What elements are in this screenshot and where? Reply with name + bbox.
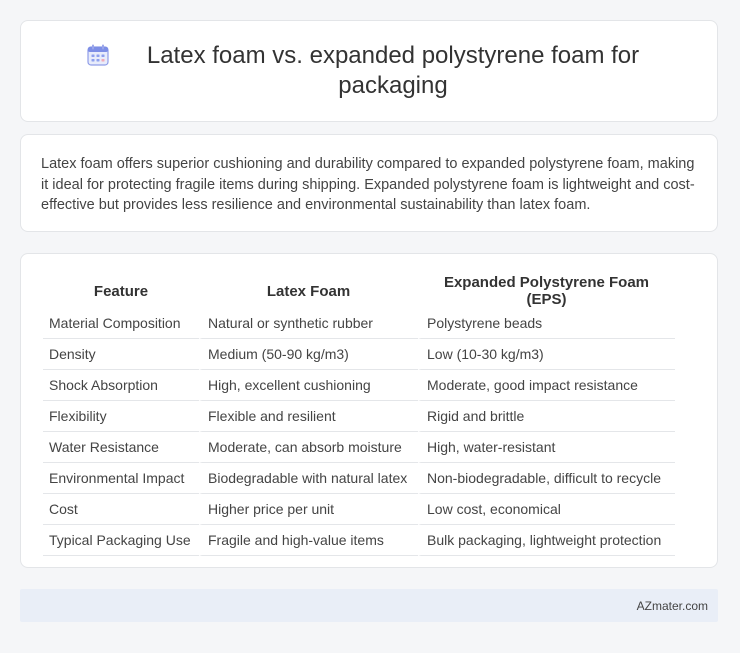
title-wrap: Latex foam vs. expanded polystyrene foam… <box>59 41 679 101</box>
latex-cell: Flexible and resilient <box>199 401 418 432</box>
feature-cell: Density <box>43 339 199 370</box>
comparison-table: Feature Latex Foam Expanded Polystyrene … <box>43 274 675 556</box>
table-row: Flexibility Flexible and resilient Rigid… <box>43 401 675 432</box>
table-row: Material Composition Natural or syntheti… <box>43 308 675 339</box>
feature-cell: Water Resistance <box>43 432 199 463</box>
column-header-feature: Feature <box>93 282 149 300</box>
feature-cell: Shock Absorption <box>43 370 199 401</box>
table-row: Density Medium (50-90 kg/m3) Low (10-30 … <box>43 339 675 370</box>
summary-text: Latex foam offers superior cushioning an… <box>41 156 695 213</box>
calendar-icon <box>85 42 111 68</box>
eps-cell: Low cost, economical <box>418 494 675 525</box>
title-card: Latex foam vs. expanded polystyrene foam… <box>20 20 718 122</box>
table-row: Environmental Impact Biodegradable with … <box>43 463 675 494</box>
table-row: Shock Absorption High, excellent cushion… <box>43 370 675 401</box>
page-title: Latex foam vs. expanded polystyrene foam… <box>146 42 640 99</box>
latex-cell: Fragile and high-value items <box>199 525 418 556</box>
summary-card: Latex foam offers superior cushioning an… <box>20 134 718 232</box>
footer-brand[interactable]: AZmater.com <box>637 599 708 613</box>
comparison-table-card: Feature Latex Foam Expanded Polystyrene … <box>20 253 718 568</box>
eps-cell: Polystyrene beads <box>418 308 675 339</box>
latex-cell: Natural or synthetic rubber <box>199 308 418 339</box>
latex-cell: Medium (50-90 kg/m3) <box>199 339 418 370</box>
feature-cell: Cost <box>43 494 199 525</box>
column-header-eps: Expanded Polystyrene Foam (EPS) <box>443 274 650 308</box>
eps-cell: Low (10-30 kg/m3) <box>418 339 675 370</box>
latex-cell: High, excellent cushioning <box>199 370 418 401</box>
feature-cell: Material Composition <box>43 308 199 339</box>
feature-cell: Flexibility <box>43 401 199 432</box>
feature-cell: Environmental Impact <box>43 463 199 494</box>
eps-cell: Rigid and brittle <box>418 401 675 432</box>
column-header-latex-foam: Latex Foam <box>266 282 351 300</box>
eps-cell: Bulk packaging, lightweight protection <box>418 525 675 556</box>
eps-cell: Non-biodegradable, difficult to recycle <box>418 463 675 494</box>
latex-cell: Biodegradable with natural latex <box>199 463 418 494</box>
eps-cell: High, water-resistant <box>418 432 675 463</box>
table-header-row: Feature Latex Foam Expanded Polystyrene … <box>43 274 675 308</box>
latex-cell: Higher price per unit <box>199 494 418 525</box>
eps-cell: Moderate, good impact resistance <box>418 370 675 401</box>
latex-cell: Moderate, can absorb moisture <box>199 432 418 463</box>
footer-bar: AZmater.com <box>20 589 718 622</box>
table-row: Water Resistance Moderate, can absorb mo… <box>43 432 675 463</box>
table-row: Cost Higher price per unit Low cost, eco… <box>43 494 675 525</box>
table-row: Typical Packaging Use Fragile and high-v… <box>43 525 675 556</box>
feature-cell: Typical Packaging Use <box>43 525 199 556</box>
